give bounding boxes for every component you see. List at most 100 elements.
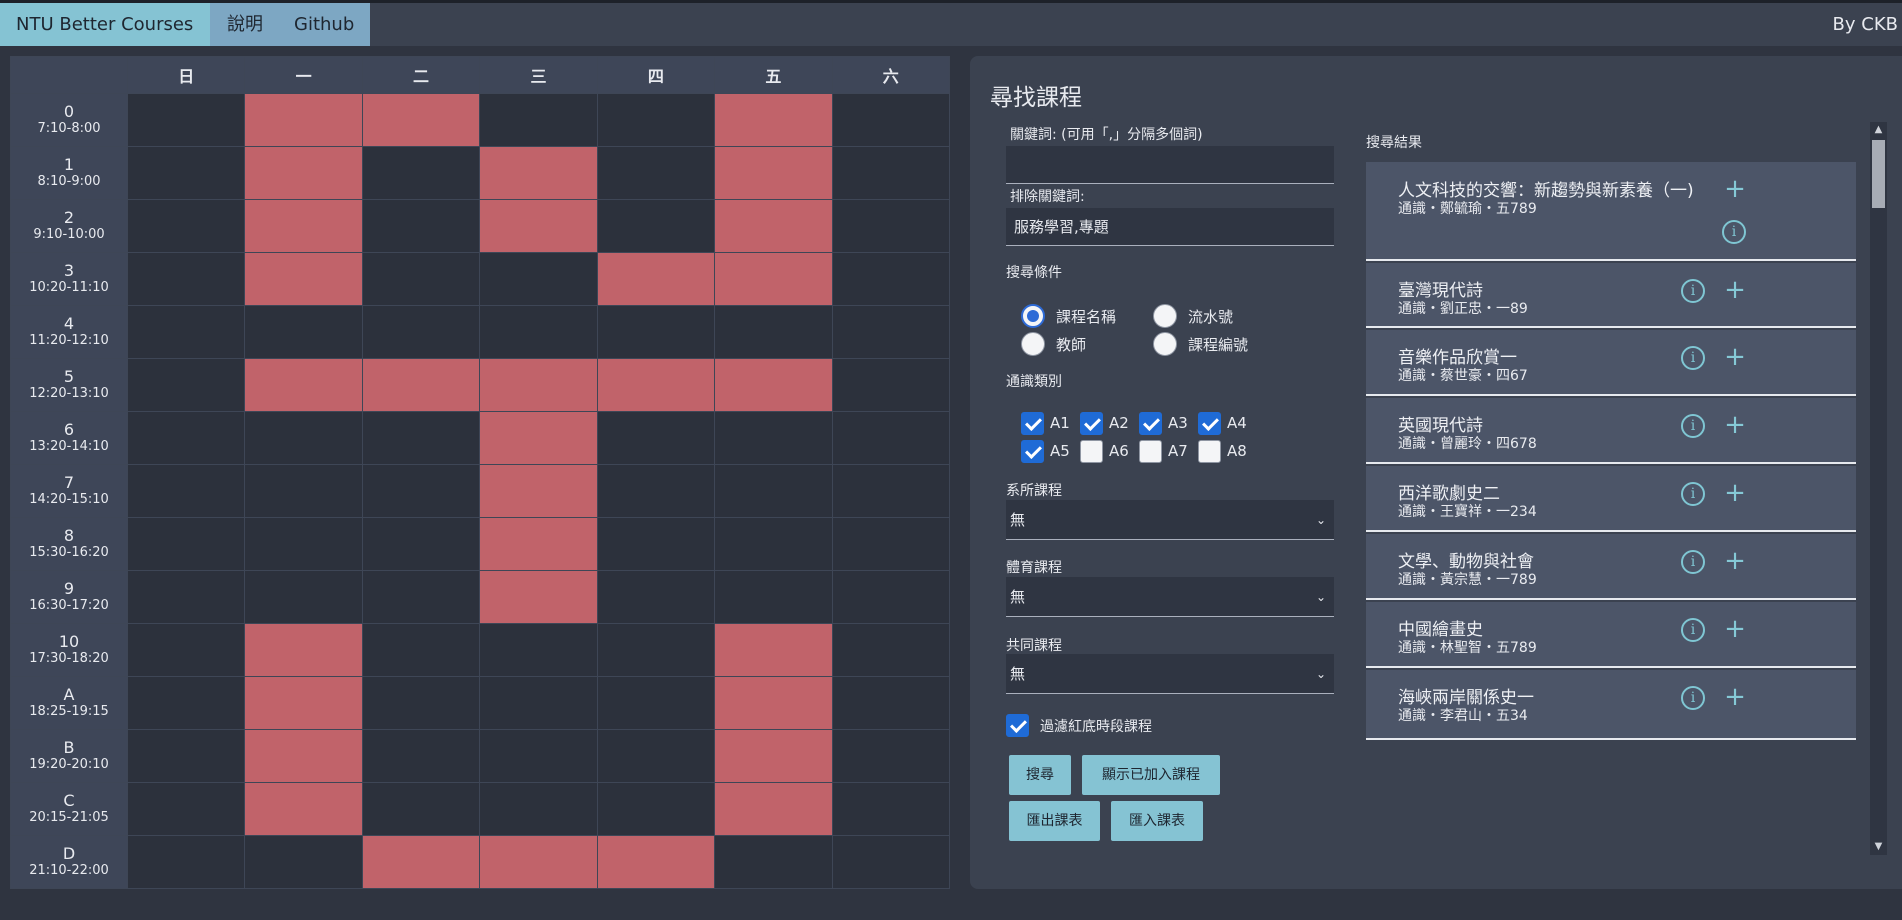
- timetable-cell[interactable]: [596, 411, 716, 465]
- info-icon[interactable]: i: [1681, 686, 1705, 710]
- timetable-cell[interactable]: [831, 93, 951, 147]
- timetable-cell[interactable]: [479, 305, 598, 359]
- timetable-cell[interactable]: [714, 464, 833, 518]
- timetable-cell-busy[interactable]: [714, 199, 833, 253]
- plus-icon[interactable]: +: [1723, 412, 1747, 438]
- timetable-cell[interactable]: [126, 729, 246, 783]
- course-card[interactable]: 文學、動物與社會 通識・黃宗慧・一789 i +: [1366, 534, 1856, 600]
- timetable-cell[interactable]: [244, 464, 363, 518]
- timetable-cell[interactable]: [479, 623, 598, 677]
- export-button[interactable]: 匯出課表: [1009, 801, 1100, 841]
- timetable-cell[interactable]: [831, 676, 951, 730]
- timetable-cell[interactable]: [479, 252, 598, 306]
- timetable-cell-busy[interactable]: [714, 358, 833, 412]
- timetable-cell[interactable]: [361, 252, 481, 306]
- plus-icon[interactable]: +: [1723, 480, 1747, 506]
- timetable-cell-busy[interactable]: [244, 358, 363, 412]
- course-card[interactable]: 人文科技的交響：新趨勢與新素養（一) 通識・鄭毓瑜・五789 i +: [1366, 162, 1856, 261]
- plus-icon[interactable]: +: [1723, 344, 1747, 370]
- timetable-cell[interactable]: [361, 570, 481, 624]
- show-added-button[interactable]: 顯示已加入課程: [1082, 755, 1220, 795]
- timetable-cell[interactable]: [479, 676, 598, 730]
- timetable-cell[interactable]: [244, 570, 363, 624]
- timetable-cell-busy[interactable]: [714, 676, 833, 730]
- timetable-cell[interactable]: [244, 411, 363, 465]
- timetable-cell[interactable]: [361, 623, 481, 677]
- course-card[interactable]: 海峽兩岸關係史一 通識・李君山・五34 i +: [1366, 670, 1856, 740]
- radio-course-name[interactable]: [1021, 304, 1045, 328]
- timetable-cell[interactable]: [596, 623, 716, 677]
- timetable-cell-busy[interactable]: [479, 146, 598, 200]
- checkbox-a5[interactable]: [1021, 440, 1044, 463]
- timetable-cell[interactable]: [714, 517, 833, 571]
- timetable-cell[interactable]: [596, 517, 716, 571]
- timetable-cell-busy[interactable]: [479, 411, 598, 465]
- checkbox-a7[interactable]: [1139, 440, 1162, 463]
- timetable-cell-busy[interactable]: [479, 835, 598, 889]
- timetable-cell[interactable]: [831, 782, 951, 836]
- timetable-cell-busy[interactable]: [361, 835, 481, 889]
- info-icon[interactable]: i: [1681, 414, 1705, 438]
- info-icon[interactable]: i: [1722, 220, 1746, 244]
- keyword-input[interactable]: [1006, 146, 1334, 184]
- timetable-cell-busy[interactable]: [714, 782, 833, 836]
- plus-icon[interactable]: +: [1723, 176, 1747, 202]
- timetable-cell[interactable]: [479, 93, 598, 147]
- timetable-cell-busy[interactable]: [244, 199, 363, 253]
- nav-help-link[interactable]: 說明: [210, 3, 280, 46]
- timetable-cell[interactable]: [126, 146, 246, 200]
- checkbox-a2[interactable]: [1080, 412, 1103, 435]
- timetable-cell[interactable]: [361, 782, 481, 836]
- checkbox-a1[interactable]: [1021, 412, 1044, 435]
- course-card[interactable]: 音樂作品欣賞一 通識・蔡世豪・四67 i +: [1366, 330, 1856, 396]
- timetable-cell[interactable]: [596, 570, 716, 624]
- import-button[interactable]: 匯入課表: [1111, 801, 1203, 841]
- radio-teacher[interactable]: [1021, 332, 1045, 356]
- timetable-cell[interactable]: [831, 623, 951, 677]
- timetable-cell[interactable]: [361, 729, 481, 783]
- plus-icon[interactable]: +: [1723, 277, 1747, 303]
- timetable-cell[interactable]: [831, 358, 951, 412]
- timetable-cell[interactable]: [596, 782, 716, 836]
- timetable-cell-busy[interactable]: [479, 199, 598, 253]
- course-card[interactable]: 臺灣現代詩 通識・劉正忠・一89 i +: [1366, 263, 1856, 328]
- common-course-select[interactable]: 無 ⌄: [1006, 654, 1334, 694]
- timetable-cell[interactable]: [126, 782, 246, 836]
- timetable-cell-busy[interactable]: [714, 623, 833, 677]
- timetable-cell-busy[interactable]: [244, 729, 363, 783]
- timetable-cell[interactable]: [126, 305, 246, 359]
- timetable-cell[interactable]: [479, 782, 598, 836]
- timetable-cell[interactable]: [596, 146, 716, 200]
- scroll-up-icon[interactable]: ▲: [1870, 122, 1887, 138]
- timetable-cell[interactable]: [714, 411, 833, 465]
- info-icon[interactable]: i: [1681, 346, 1705, 370]
- timetable-cell-busy[interactable]: [714, 146, 833, 200]
- timetable-cell[interactable]: [596, 93, 716, 147]
- timetable-cell[interactable]: [831, 199, 951, 253]
- timetable-cell-busy[interactable]: [244, 623, 363, 677]
- timetable-cell-busy[interactable]: [714, 729, 833, 783]
- course-card[interactable]: 中國繪畫史 通識・林聖智・五789 i +: [1366, 602, 1856, 668]
- timetable-cell[interactable]: [831, 305, 951, 359]
- timetable-cell[interactable]: [126, 623, 246, 677]
- timetable-cell[interactable]: [714, 305, 833, 359]
- timetable-cell[interactable]: [361, 146, 481, 200]
- timetable-cell-busy[interactable]: [244, 782, 363, 836]
- timetable-cell[interactable]: [126, 570, 246, 624]
- timetable-cell-busy[interactable]: [244, 146, 363, 200]
- timetable-cell[interactable]: [361, 305, 481, 359]
- info-icon[interactable]: i: [1681, 279, 1705, 303]
- timetable-cell-busy[interactable]: [244, 676, 363, 730]
- timetable-cell-busy[interactable]: [244, 252, 363, 306]
- timetable-cell[interactable]: [714, 570, 833, 624]
- timetable-cell[interactable]: [126, 517, 246, 571]
- timetable-cell[interactable]: [126, 464, 246, 518]
- timetable-cell[interactable]: [596, 464, 716, 518]
- timetable-cell[interactable]: [831, 411, 951, 465]
- nav-github-link[interactable]: Github: [280, 3, 370, 46]
- timetable-cell[interactable]: [831, 729, 951, 783]
- timetable-cell-busy[interactable]: [714, 93, 833, 147]
- timetable-cell-busy[interactable]: [361, 358, 481, 412]
- scrollbar-thumb[interactable]: [1872, 140, 1885, 208]
- timetable-cell-busy[interactable]: [479, 570, 598, 624]
